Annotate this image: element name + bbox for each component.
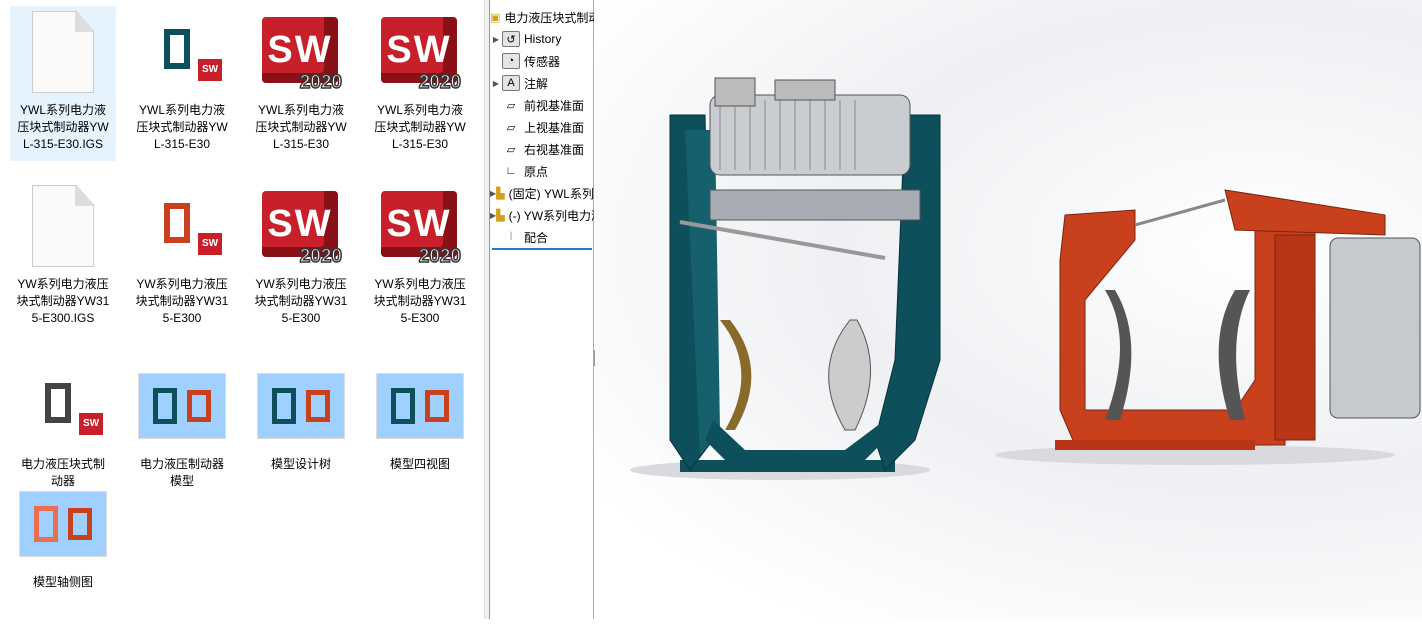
tree-label: 右视基准面 bbox=[524, 142, 585, 157]
file-label: YWL系列电力液压块式制动器YWL-315-E30.IGS bbox=[17, 103, 109, 151]
file-item[interactable]: 模型四视图 bbox=[367, 360, 473, 481]
mates-icon: ⦚ bbox=[509, 230, 513, 243]
image-thumbnail bbox=[129, 360, 235, 452]
tree-label: 注解 bbox=[524, 76, 549, 91]
assembly-both-icon: SW bbox=[10, 360, 116, 452]
part-icon: ▙ bbox=[496, 209, 505, 222]
plane-icon: ▱ bbox=[506, 121, 516, 134]
file-item[interactable]: 模型设计树 bbox=[248, 360, 354, 481]
file-label: YWL系列电力液压块式制动器YWL-315-E30 bbox=[136, 103, 228, 151]
image-thumbnail bbox=[10, 478, 116, 570]
tree-item[interactable]: ▱ 右视基准面 bbox=[490, 139, 594, 159]
solidworks-2020-icon: SW 2020 bbox=[367, 6, 473, 98]
image-thumbnail bbox=[367, 360, 473, 452]
file-label: 模型设计树 bbox=[270, 457, 331, 471]
file-item[interactable]: SW 2020 YW系列电力液压块式制动器YW315-E300 bbox=[248, 180, 354, 335]
file-label: YW系列电力液压块式制动器YW315-E300 bbox=[373, 277, 467, 325]
tree-root[interactable]: ▣电力液压块式制动器 bbox=[490, 7, 594, 27]
tree-label: (固定) YWL系列电力液压块式制动器 bbox=[508, 186, 594, 201]
blank-file-icon bbox=[10, 180, 116, 272]
solidworks-2020-icon: SW 2020 bbox=[367, 180, 473, 272]
tree-divider bbox=[492, 248, 592, 250]
feature-tree: ▣电力液压块式制动器▶↺History◔传感器▶A注解▱前视基准面▱上视基准面▱… bbox=[490, 0, 594, 619]
solidworks-2020-icon: SW 2020 bbox=[248, 6, 354, 98]
tree-label: 配合 bbox=[524, 230, 549, 245]
expand-arrow-icon[interactable]: ▶ bbox=[490, 35, 502, 44]
tree-label: (-) YW系列电力液压块式制动器 bbox=[508, 208, 594, 223]
plane-icon: ▱ bbox=[506, 143, 516, 156]
file-item[interactable]: 模型轴侧图 bbox=[10, 478, 116, 599]
plane-icon: ▱ bbox=[506, 99, 516, 112]
file-label: YWL系列电力液压块式制动器YWL-315-E30 bbox=[374, 103, 466, 151]
file-item[interactable]: SW YW系列电力液压块式制动器YW315-E300 bbox=[129, 180, 235, 335]
teal-brake-model bbox=[630, 77, 941, 480]
expand-arrow-icon[interactable]: ▶ bbox=[490, 79, 502, 88]
file-item[interactable]: 电力液压制动器模型 bbox=[129, 360, 235, 498]
file-item[interactable]: SW YWL系列电力液压块式制动器YWL-315-E30 bbox=[129, 6, 235, 161]
tree-item[interactable]: ▶▙(-) YW系列电力液压块式制动器 bbox=[490, 205, 594, 225]
tree-label: 传感器 bbox=[524, 54, 561, 69]
file-item[interactable]: YW系列电力液压块式制动器YW315-E300.IGS bbox=[10, 180, 116, 335]
blank-file-icon bbox=[10, 6, 116, 98]
sensor-icon: ◔ bbox=[502, 53, 520, 69]
tree-item[interactable]: ▶ ↺ History bbox=[490, 29, 594, 49]
file-label: 模型轴侧图 bbox=[32, 575, 93, 589]
file-item[interactable]: SW 2020 YW系列电力液压块式制动器YW315-E300 bbox=[367, 180, 473, 335]
file-label: YWL系列电力液压块式制动器YWL-315-E30 bbox=[255, 103, 347, 151]
file-label: YW系列电力液压块式制动器YW315-E300 bbox=[135, 277, 229, 325]
tree-item[interactable]: ∟ 原点 bbox=[490, 161, 594, 181]
assembly-icon: ▣ bbox=[490, 11, 501, 24]
tree-item[interactable]: ⦚ 配合 bbox=[490, 227, 594, 247]
3d-viewport[interactable] bbox=[595, 0, 1422, 619]
file-item[interactable]: YWL系列电力液压块式制动器YWL-315-E30.IGS bbox=[10, 6, 116, 161]
origin-icon: ∟ bbox=[505, 165, 517, 177]
tree-item[interactable]: ▶ A 注解 bbox=[490, 73, 594, 93]
tree-label: 电力液压块式制动器 bbox=[504, 10, 594, 25]
file-label: YW系列电力液压块式制动器YW315-E300.IGS bbox=[16, 277, 110, 325]
assembly-red-icon: SW bbox=[129, 180, 235, 272]
tree-item[interactable]: ▱ 上视基准面 bbox=[490, 117, 594, 137]
file-label: 电力液压制动器模型 bbox=[139, 457, 224, 488]
assembly-teal-icon: SW bbox=[129, 6, 235, 98]
image-thumbnail bbox=[248, 360, 354, 452]
file-item[interactable]: SW 2020 YWL系列电力液压块式制动器YWL-315-E30 bbox=[367, 6, 473, 161]
tree-label: 原点 bbox=[524, 164, 549, 179]
part-icon: ▙ bbox=[496, 187, 505, 200]
file-explorer: YWL系列电力液压块式制动器YWL-315-E30.IGS SW YWL系列电力液压… bbox=[0, 0, 484, 619]
file-item[interactable]: SW 2020 YWL系列电力液压块式制动器YWL-315-E30 bbox=[248, 6, 354, 161]
tree-label: 上视基准面 bbox=[524, 120, 585, 135]
tree-item[interactable]: ▶▙(固定) YWL系列电力液压块式制动器 bbox=[490, 183, 594, 203]
tree-label: 前视基准面 bbox=[524, 98, 585, 113]
brake-models bbox=[630, 77, 1421, 480]
tree-label: History bbox=[524, 32, 562, 46]
annotation-icon: A bbox=[502, 75, 520, 91]
tree-item[interactable]: ▱ 前视基准面 bbox=[490, 95, 594, 115]
file-label: YW系列电力液压块式制动器YW315-E300 bbox=[254, 277, 348, 325]
history-icon: ↺ bbox=[502, 31, 520, 47]
red-brake-model bbox=[995, 189, 1421, 465]
file-label: 模型四视图 bbox=[389, 457, 450, 471]
tree-item[interactable]: ◔ 传感器 bbox=[490, 51, 594, 71]
solidworks-2020-icon: SW 2020 bbox=[248, 180, 354, 272]
